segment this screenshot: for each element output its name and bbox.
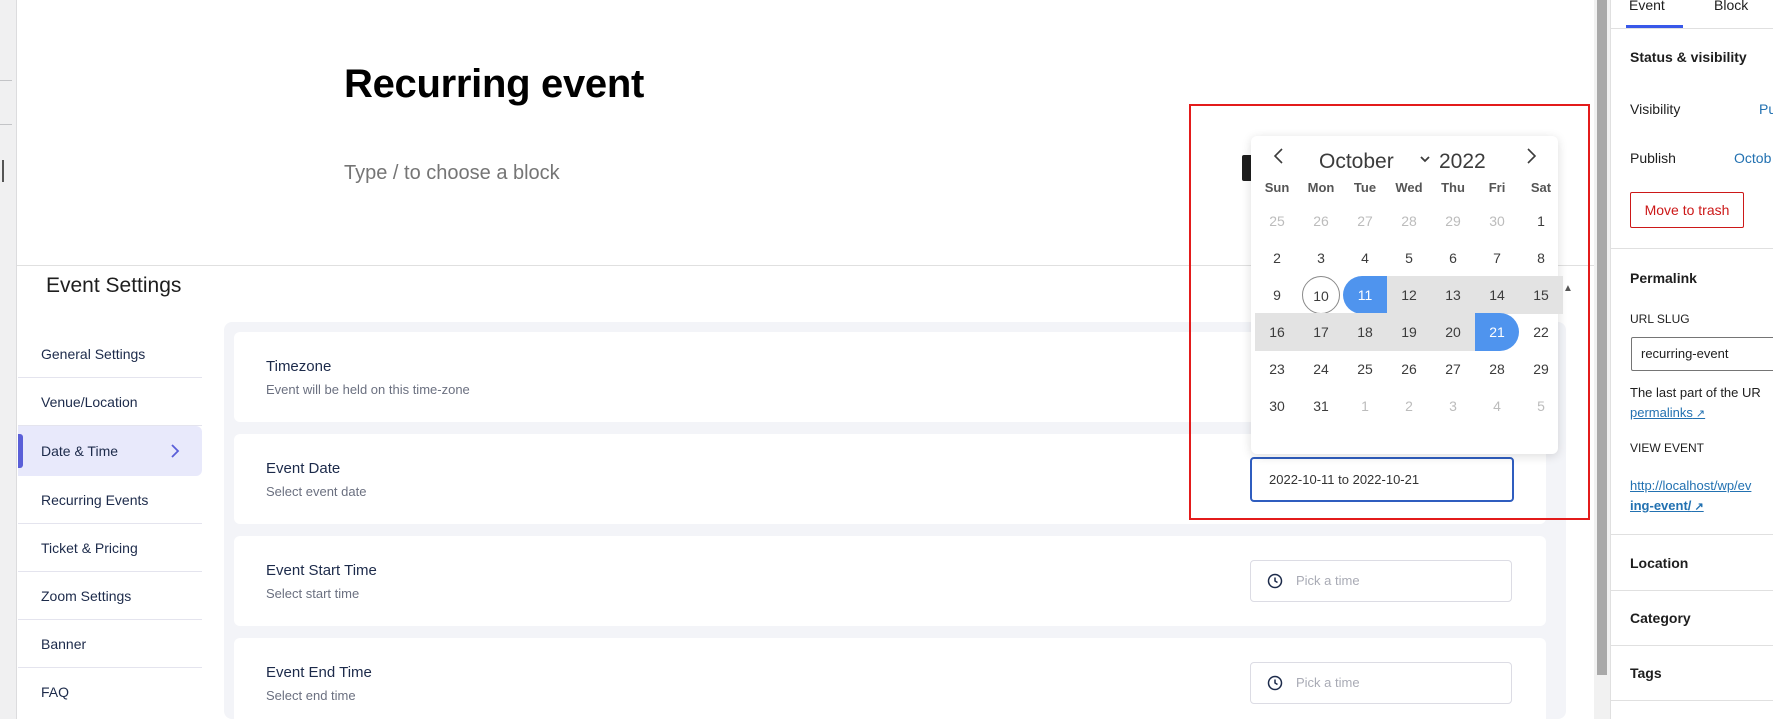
field-card-start-time: Event Start Time Select start time Pick …	[234, 536, 1546, 626]
field-subtitle: Select end time	[266, 688, 356, 703]
divider	[1611, 28, 1773, 29]
visibility-toggle[interactable]: Pu	[1759, 101, 1773, 117]
field-subtitle: Select event date	[266, 484, 367, 499]
location-heading[interactable]: Location	[1630, 555, 1688, 571]
visibility-label: Visibility	[1630, 101, 1681, 117]
field-subtitle: Select start time	[266, 586, 360, 601]
divider	[0, 124, 12, 125]
scrollbar-thumb[interactable]	[1597, 0, 1607, 675]
divider	[1611, 248, 1773, 249]
publish-date-toggle[interactable]: Octob	[1734, 150, 1771, 166]
nav-item-label: Ticket & Pricing	[41, 540, 138, 556]
slug-help-text: The last part of the UR	[1630, 385, 1761, 400]
divider	[0, 80, 12, 81]
nav-item-label: Date & Time	[41, 443, 119, 459]
end-time-placeholder: Pick a time	[1296, 675, 1360, 690]
status-visibility-heading[interactable]: Status & visibility	[1630, 49, 1747, 65]
tab-block[interactable]: Block	[1714, 0, 1748, 13]
field-title: Timezone	[266, 358, 332, 375]
field-title: Event Date	[266, 460, 341, 477]
clock-icon	[1267, 675, 1283, 691]
metabox-title: Event Settings	[46, 274, 182, 297]
view-event-link[interactable]: http://localhost/wp/ev	[1630, 478, 1751, 493]
url-slug-input[interactable]: recurring-event	[1631, 337, 1773, 371]
nav-item-zoom-settings[interactable]: Zoom Settings	[18, 572, 202, 620]
nav-item-ticket-pricing[interactable]: Ticket & Pricing	[18, 524, 202, 572]
view-event-label: VIEW EVENT	[1630, 441, 1705, 455]
divider	[1611, 534, 1773, 535]
nav-item-recurring-events[interactable]: Recurring Events	[18, 476, 202, 524]
highlight-annotation-box	[1189, 104, 1590, 520]
move-to-trash-button[interactable]: Move to trash	[1630, 192, 1744, 228]
divider	[1611, 700, 1773, 701]
divider	[1611, 590, 1773, 591]
permalinks-link[interactable]: permalinks ↗	[1630, 405, 1705, 420]
category-heading[interactable]: Category	[1630, 610, 1691, 626]
collapse-handle[interactable]	[2, 160, 4, 182]
nav-item-label: General Settings	[41, 346, 146, 362]
permalink-heading[interactable]: Permalink	[1630, 270, 1697, 286]
external-link-icon: ↗	[1691, 501, 1704, 513]
field-title: Event Start Time	[266, 562, 377, 579]
external-link-icon: ↗	[1692, 408, 1706, 420]
permalinks-link-text: permalinks	[1630, 405, 1693, 420]
nav-item-label: Recurring Events	[41, 492, 149, 508]
end-time-input[interactable]: Pick a time	[1250, 662, 1512, 704]
field-card-end-time: Event End Time Select end time Pick a ti…	[234, 638, 1546, 728]
url-slug-label: URL SLUG	[1630, 312, 1690, 326]
start-time-input[interactable]: Pick a time	[1250, 560, 1512, 602]
nav-item-venue-location[interactable]: Venue/Location	[18, 378, 202, 426]
divider	[1611, 645, 1773, 646]
nav-item-label: Zoom Settings	[41, 588, 132, 604]
post-title[interactable]: Recurring event	[344, 62, 644, 107]
start-time-placeholder: Pick a time	[1296, 573, 1360, 588]
chevron-right-icon	[170, 426, 180, 476]
nav-item-general-settings[interactable]: General Settings	[18, 330, 202, 378]
publish-label: Publish	[1630, 150, 1676, 166]
nav-item-label: Venue/Location	[41, 394, 138, 410]
field-subtitle: Event will be held on this time-zone	[266, 382, 470, 397]
nav-item-label: FAQ	[41, 684, 70, 700]
tags-heading[interactable]: Tags	[1630, 665, 1662, 681]
view-event-link-text: ing-event/	[1630, 498, 1692, 513]
tab-event[interactable]: Event	[1629, 0, 1665, 13]
nav-item-date-time[interactable]: Date & Time	[18, 426, 202, 476]
admin-menu-edge	[0, 0, 17, 719]
block-placeholder[interactable]: Type / to choose a block	[344, 162, 560, 185]
nav-item-banner[interactable]: Banner	[18, 620, 202, 668]
view-event-link-continued[interactable]: ing-event/ ↗	[1630, 498, 1704, 513]
nav-item-label: Banner	[41, 636, 87, 652]
nav-item-faq[interactable]: FAQ	[18, 668, 202, 716]
field-title: Event End Time	[266, 664, 372, 681]
clock-icon	[1267, 573, 1283, 589]
